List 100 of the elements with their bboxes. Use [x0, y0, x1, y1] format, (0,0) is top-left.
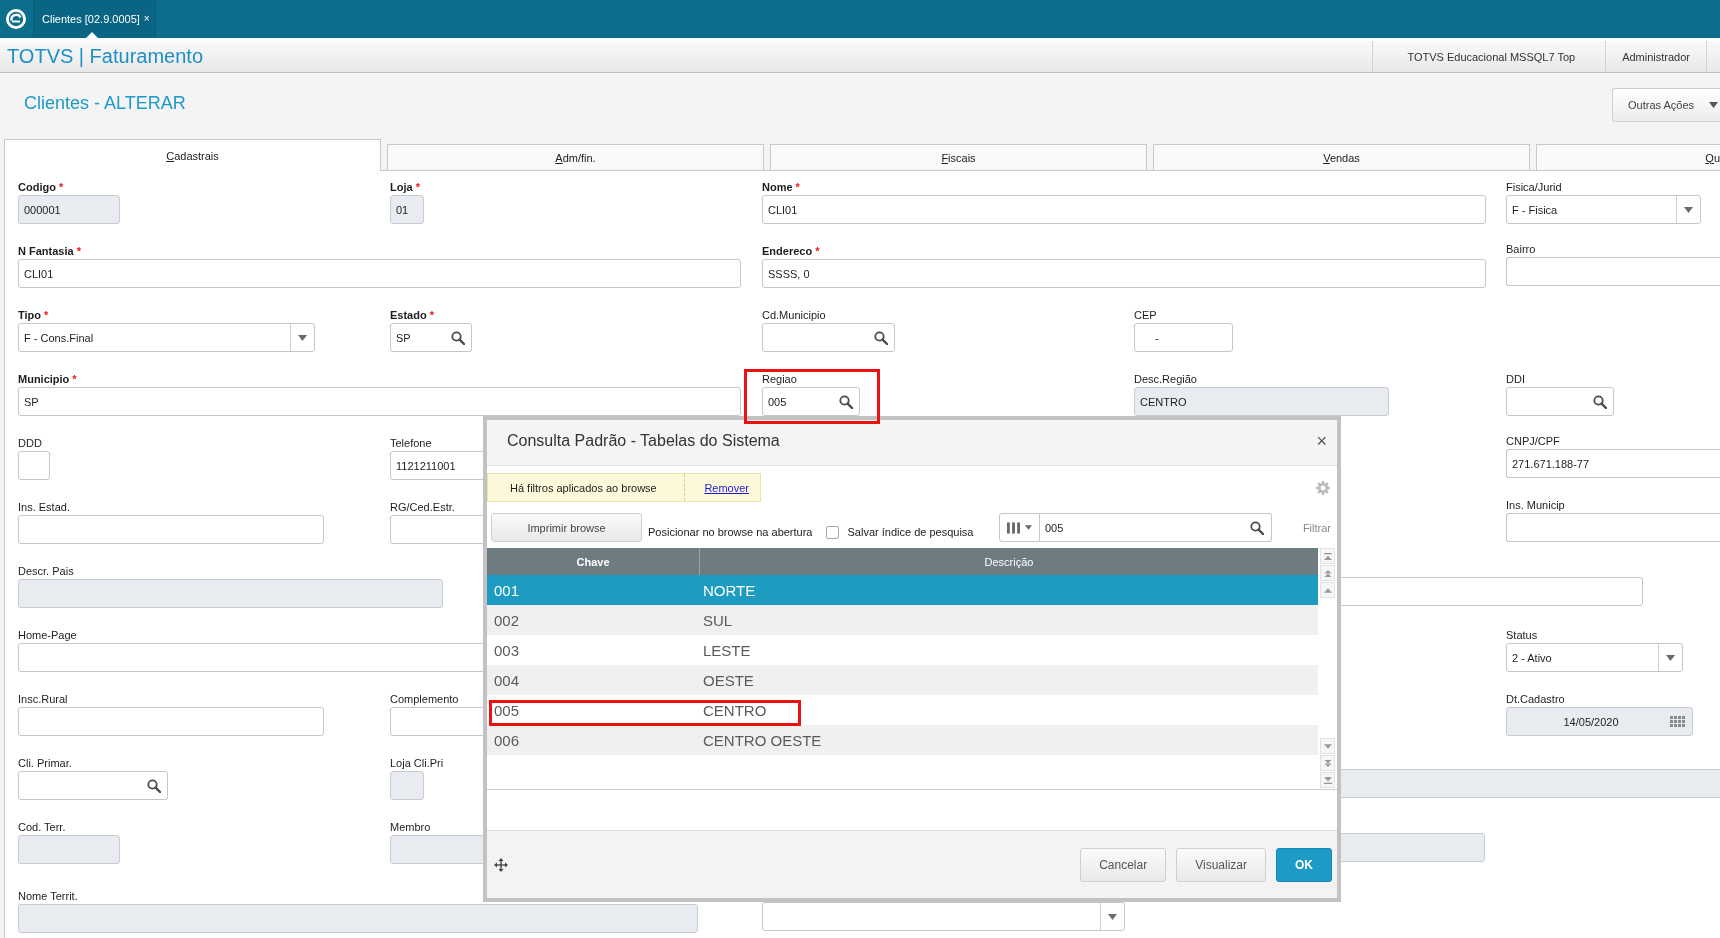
search-icon[interactable] — [1593, 394, 1607, 409]
move-icon[interactable] — [494, 857, 508, 872]
field-label: Nome Territ. — [18, 890, 78, 902]
option-label: Posicionar no browse na abertura — [648, 525, 813, 539]
table-cell-text: SUL — [702, 611, 733, 629]
actions-button[interactable]: Outras Ações — [1612, 88, 1720, 122]
column-header[interactable]: Descrição — [700, 548, 1318, 575]
table-cell-text: 002 — [493, 611, 521, 629]
lookup-field[interactable] — [1506, 387, 1614, 416]
bar-up-arrow-icon — [1323, 552, 1332, 560]
text-field[interactable]: CLI01 — [762, 195, 1486, 224]
tab[interactable]: Vendas — [1153, 144, 1530, 170]
column-bars-icon — [1006, 521, 1020, 534]
lookup-field[interactable]: SP — [390, 323, 472, 352]
dropdown-field[interactable] — [762, 902, 1125, 931]
field-label: Endereco * — [762, 245, 820, 257]
dropdown-field[interactable]: 2 - Ativo — [1506, 643, 1683, 672]
caret-icon — [1024, 525, 1032, 530]
search-icon[interactable] — [1249, 520, 1264, 535]
table-row[interactable]: 004 OESTE — [487, 665, 1318, 695]
search-icon[interactable] — [874, 330, 888, 345]
app-tab-label: Clientes [02.9.0005] — [42, 13, 140, 25]
text-field[interactable]: CLI01 — [18, 259, 741, 288]
field-label: Membro — [390, 821, 431, 833]
text-field[interactable] — [18, 643, 485, 672]
text-field[interactable]: SSSS, 0 — [762, 259, 1486, 288]
text-field[interactable] — [18, 707, 324, 736]
text-field[interactable]: 271.671.188-77 — [1506, 449, 1720, 478]
field-label: Tipo * — [18, 309, 49, 321]
search-field[interactable]: 005 — [1039, 513, 1272, 542]
table-cell-text: 005 — [493, 701, 521, 719]
remove-link[interactable]: Remover — [684, 474, 760, 501]
tab[interactable]: Cadastrais — [4, 139, 381, 171]
dropdown-field[interactable]: F - Cons.Final — [18, 323, 315, 352]
close-button[interactable]: × — [1316, 431, 1327, 450]
scroll-up-button[interactable] — [1320, 582, 1335, 598]
caret-icon — [1684, 206, 1693, 213]
table-cell-text: 003 — [493, 641, 521, 659]
settings-icon[interactable] — [1316, 480, 1330, 495]
down-arrow-icon — [1323, 742, 1332, 750]
field-label: Codigo * — [18, 181, 64, 193]
dropdown-field[interactable]: F - Fisica — [1506, 195, 1701, 224]
text-field[interactable] — [18, 451, 50, 480]
table-cell-text: CENTRO — [702, 701, 767, 719]
search-icon[interactable] — [839, 394, 853, 409]
checkbox[interactable] — [826, 526, 840, 539]
lookup-field[interactable]: 005 — [762, 387, 860, 416]
app-tab[interactable]: Clientes [02.9.0005] × — [33, 0, 156, 38]
field-label: Desc.Região — [1134, 373, 1197, 385]
dialog-button[interactable]: Cancelar — [1080, 847, 1167, 882]
field-label: Complemento — [390, 693, 459, 705]
close-button[interactable]: × — [143, 13, 150, 25]
user-menu[interactable]: Administrador — [1605, 41, 1707, 72]
field-label: Ins. Municip — [1506, 499, 1565, 511]
tab[interactable]: Fiscais — [770, 144, 1147, 170]
search-icon[interactable] — [451, 330, 465, 345]
text-field[interactable]: - — [1134, 323, 1233, 352]
field-label: Status — [1506, 629, 1538, 641]
field-label: DDI — [1506, 373, 1525, 385]
app-title: TOTVS | Faturamento — [7, 45, 203, 68]
search-icon[interactable] — [147, 778, 161, 793]
columns-button[interactable] — [998, 513, 1040, 542]
caret-icon — [298, 334, 307, 341]
text-field[interactable] — [390, 515, 485, 544]
scroll-bottom-button[interactable] — [1320, 772, 1335, 788]
tab[interactable]: Adm/fin. — [387, 144, 764, 170]
text-field[interactable] — [390, 707, 485, 736]
field-label: Bairro — [1506, 243, 1536, 255]
lookup-field[interactable] — [762, 323, 895, 352]
scroll-down-button[interactable] — [1320, 738, 1335, 754]
caret-icon — [1666, 654, 1675, 661]
table-cell-text: NORTE — [702, 581, 756, 599]
dialog-button[interactable]: Visualizar — [1176, 847, 1266, 882]
table-row[interactable]: 006 CENTRO OESTE — [487, 725, 1318, 755]
text-field[interactable] — [1506, 513, 1720, 542]
field-label: Descr. Pais — [18, 565, 74, 577]
field-label: CEP — [1134, 309, 1157, 321]
tab[interactable]: Qu — [1536, 144, 1720, 170]
field-label: Regiao — [762, 373, 797, 385]
table-row[interactable]: 002 SUL — [487, 605, 1318, 635]
double-down-arrow-icon — [1323, 759, 1332, 767]
text-field[interactable]: 1121211001 — [390, 451, 485, 480]
scroll-page-down-button[interactable] — [1320, 755, 1335, 771]
filter-button[interactable]: Filtrar — [1302, 521, 1331, 534]
field-label: Dt.Cadastro — [1506, 693, 1565, 705]
scroll-top-button[interactable] — [1320, 548, 1335, 564]
print-button[interactable]: Imprimir browse — [491, 513, 642, 542]
lookup-field[interactable] — [18, 771, 168, 800]
text-field[interactable] — [18, 515, 324, 544]
page-title: Clientes - ALTERAR — [24, 93, 186, 114]
field-label: Loja Cli.Pri — [390, 757, 444, 769]
table-cell-text: LESTE — [702, 641, 751, 659]
text-field[interactable]: SP — [18, 387, 741, 416]
scroll-page-up-button[interactable] — [1320, 565, 1335, 581]
checkbox-label: Salvar índice de pesquisa — [847, 525, 974, 539]
text-field[interactable] — [1506, 257, 1720, 286]
field-label: Nome * — [762, 181, 800, 193]
field-label: Telefone — [390, 437, 432, 449]
field-label: Cd.Municipio — [762, 309, 826, 321]
logo-icon — [6, 9, 26, 29]
